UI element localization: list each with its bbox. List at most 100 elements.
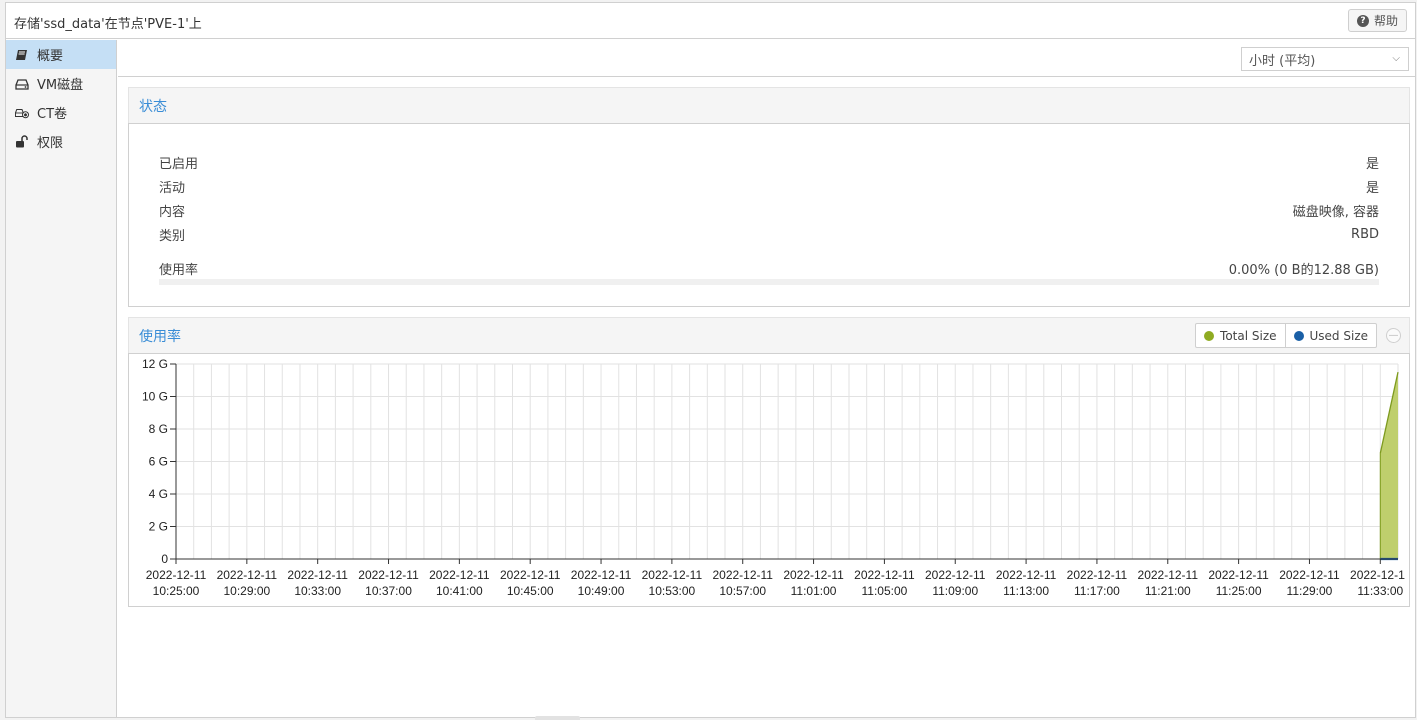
x-tick-label-date: 2022-12-11 [1138,568,1199,582]
sidebar: 概要 VM磁盘 CT卷 权限 [6,40,117,717]
main-content: 小时 (平均) ⌵ 状态 已启用 是 活动 是 内容 磁盘映像, 容器 类别 R [118,40,1415,717]
x-tick-label-time: 10:53:00 [649,584,696,598]
status-value: 是 [1365,156,1379,172]
status-label: 使用率 [159,262,199,278]
x-tick-label-time: 11:13:00 [1003,584,1049,598]
usage-chart-svg: 0 2 G 4 G 6 G 8 G 10 G 12 G 2022-12-11 10:25:00 2… [142,357,1405,598]
x-tick-label-date: 2022-12-11 [712,568,773,582]
legend-dot [1204,330,1215,341]
sidebar-item-label: CT卷 [37,107,68,122]
legend-label: Total Size [1220,328,1277,343]
storage-window: 存储'ssd_data'在节点'PVE-1'上 ? 帮助 概要 VM磁盘 CT卷 [5,2,1416,718]
x-tick-label-time: 11:01:00 [791,584,837,598]
toolbar: 小时 (平均) ⌵ [118,40,1415,77]
legend-item-used-size[interactable]: Used Size [1284,324,1376,347]
x-tick-label-date: 2022-12-11 [429,568,490,582]
x-tick-label-time: 11:05:00 [861,584,907,598]
x-tick-label-time: 11:25:00 [1216,584,1262,598]
book-icon [15,48,29,62]
status-value: 0.00% (0 B的12.88 GB) [1228,262,1379,278]
x-tick-label-time: 11:21:00 [1145,584,1191,598]
legend-item-total-size[interactable]: Total Size [1196,324,1284,347]
x-tick-label-time: 10:49:00 [578,584,625,598]
x-tick-label-date: 2022-12-11 [854,568,915,582]
usage-chart: 0 2 G 4 G 6 G 8 G 10 G 12 G 2022-12-11 10:25:00 2… [128,353,1410,607]
sidebar-item-vm-disks[interactable]: VM磁盘 [6,69,116,98]
status-label: 活动 [159,180,186,196]
unlock-icon [15,134,29,149]
sidebar-item-summary[interactable]: 概要 [6,40,116,69]
sidebar-item-label: 概要 [37,49,64,64]
y-tick-label: 12 G [142,357,168,371]
question-icon: ? [1356,14,1369,27]
x-tick-label-date: 2022-12-11 [1067,568,1128,582]
x-tick-label-date: 2022-12-11 [571,568,632,582]
status-value: RBD [1351,226,1379,242]
x-tick-label-date: 2022-12-11 [1208,568,1269,582]
hdd-icon [15,77,29,91]
x-tick-label-date: 2022-12-11 [1350,568,1405,582]
y-tick-label: 6 G [149,455,168,469]
sidebar-item-label: 权限 [37,136,64,151]
y-tick-label: 4 G [149,487,168,501]
status-panel: 已启用 是 活动 是 内容 磁盘映像, 容器 类别 RBD 使用率 0.00% … [128,123,1410,307]
usage-chart-title: 使用率 [139,328,181,345]
x-tick-label-time: 11:09:00 [932,584,978,598]
status-value: 磁盘映像, 容器 [1292,204,1379,220]
timeframe-value: 小时 (平均) [1249,53,1316,69]
x-tick-label-time: 10:25:00 [153,584,200,598]
x-tick-label-time: 10:57:00 [719,584,766,598]
usage-chart-header: 使用率 Total Size Used Size — [128,317,1410,353]
x-tick-label-date: 2022-12-11 [358,568,419,582]
x-tick-label-time: 11:17:00 [1074,584,1120,598]
title-bar: 存储'ssd_data'在节点'PVE-1'上 ? 帮助 [6,3,1415,39]
x-tick-label-date: 2022-12-11 [287,568,348,582]
status-label: 内容 [159,204,186,220]
y-tick-label: 0 [161,552,168,566]
legend-dot [1293,330,1304,341]
sidebar-item-label: VM磁盘 [37,78,84,93]
sidebar-item-ct-volumes[interactable]: CT卷 [6,98,116,127]
status-panel-header: 状态 [128,87,1410,123]
status-label: 类别 [159,228,186,244]
y-tick-label: 8 G [149,422,168,436]
legend-label: Used Size [1309,328,1368,343]
x-tick-label-time: 10:37:00 [365,584,412,598]
sidebar-item-permissions[interactable]: 权限 [6,127,116,156]
total-size-area [1380,372,1398,559]
x-tick-label-date: 2022-12-11 [217,568,278,582]
status-row-enabled: 已启用 是 [159,152,1379,172]
x-tick-label-time: 10:45:00 [507,584,554,598]
resize-grip[interactable] [535,716,580,720]
usage-progress-bar [159,279,1379,285]
status-row-content: 内容 磁盘映像, 容器 [159,200,1379,220]
x-tick-label-date: 2022-12-11 [1279,568,1340,582]
window-title: 存储'ssd_data'在节点'PVE-1'上 [14,17,202,32]
timeframe-select[interactable]: 小时 (平均) ⌵ [1241,47,1409,71]
x-tick-label-time: 10:33:00 [294,584,341,598]
help-button-label: 帮助 [1373,14,1398,28]
chevron-down-icon: ⌵ [1392,53,1400,64]
status-value: 是 [1365,180,1379,196]
status-row-type: 类别 RBD [159,224,1379,244]
status-row-usage: 使用率 0.00% (0 B的12.88 GB) [159,258,1379,278]
status-panel-title: 状态 [139,98,167,115]
ct-volume-icon [15,106,29,120]
status-label: 已启用 [159,156,199,172]
x-tick-label-date: 2022-12-11 [925,568,986,582]
x-tick-label-time: 10:29:00 [223,584,270,598]
y-tick-label: 10 G [142,390,168,404]
x-tick-label-time: 10:41:00 [436,584,483,598]
x-tick-label-date: 2022-12-11 [642,568,703,582]
status-row-active: 活动 是 [159,176,1379,196]
help-button[interactable]: ? 帮助 [1347,9,1407,32]
x-tick-label-date: 2022-12-11 [146,568,207,582]
y-tick-label: 2 G [149,520,168,534]
x-tick-label-date: 2022-12-11 [996,568,1057,582]
x-tick-label-time: 11:33:00 [1357,584,1403,598]
x-tick-label-date: 2022-12-11 [500,568,561,582]
chart-legend: Total Size Used Size [1195,323,1377,348]
x-tick-label-date: 2022-12-11 [783,568,844,582]
x-tick-label-time: 11:29:00 [1287,584,1333,598]
legend-toggle-icon[interactable]: — [1386,328,1401,343]
